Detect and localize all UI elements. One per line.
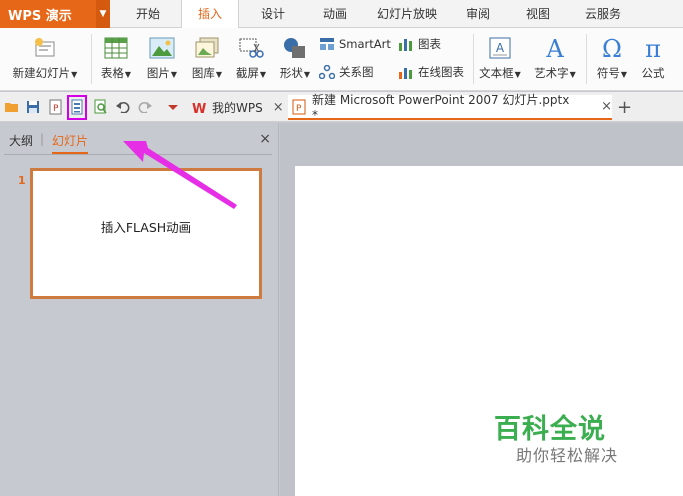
doc-tab-label: 新建 Microsoft PowerPoint 2007 幻灯片.pptx * xyxy=(312,93,570,122)
screenshot-button[interactable]: 截屏▼ xyxy=(231,28,271,91)
svg-text:A: A xyxy=(496,41,505,55)
redo-icon[interactable] xyxy=(136,98,154,116)
symbol-label: 符号 xyxy=(596,66,620,80)
svg-text:P: P xyxy=(296,104,302,114)
scissors-icon xyxy=(238,35,264,61)
shape-label: 形状 xyxy=(279,66,303,80)
svg-text:A: A xyxy=(545,35,564,61)
divider xyxy=(4,154,272,155)
app-menu-button[interactable]: WPS 演示 ▼ xyxy=(0,0,110,28)
online-chart-icon xyxy=(398,65,414,79)
slide-thumbnail[interactable]: 插入FLASH动画 xyxy=(30,168,262,299)
picture-button[interactable]: 图片▼ xyxy=(142,28,182,91)
tab-slides[interactable]: 幻灯片 xyxy=(52,132,89,154)
svg-text:P: P xyxy=(53,104,59,114)
svg-text:π: π xyxy=(645,35,661,61)
formula-button[interactable]: π 公式 xyxy=(636,28,670,91)
svg-text:W: W xyxy=(192,102,206,115)
close-icon[interactable]: × xyxy=(601,99,612,114)
online-chart-button[interactable]: 在线图表 xyxy=(398,62,464,82)
print-preview-icon[interactable] xyxy=(92,98,110,116)
quick-access-toolbar: P W 我的WPS × P 新建 Microsoft PowerPoint 20… xyxy=(0,92,683,122)
new-slide-label: 新建幻灯片 xyxy=(12,66,71,80)
slide-editing-area: 百科全说 助你轻松解决 xyxy=(280,123,683,496)
chevron-down-icon[interactable]: ▼ xyxy=(96,0,110,28)
online-chart-label: 在线图表 xyxy=(418,65,464,79)
watermark-subtitle: 助你轻松解决 xyxy=(516,446,619,465)
customize-toolbar-icon[interactable] xyxy=(164,98,182,116)
tab-design[interactable]: 设计 xyxy=(248,0,298,28)
smartart-label: SmartArt xyxy=(339,37,391,51)
gallery-label: 图库 xyxy=(191,66,215,80)
screenshot-label: 截屏 xyxy=(235,66,259,80)
formula-label: 公式 xyxy=(641,66,665,80)
table-label: 表格 xyxy=(100,66,124,80)
wordart-button[interactable]: A 艺术字▼ xyxy=(532,28,578,91)
doc-tab-label: 我的WPS xyxy=(212,101,263,115)
textbox-icon: A xyxy=(488,35,512,61)
slide-number: 1 xyxy=(18,174,26,187)
shape-button[interactable]: 形状▼ xyxy=(275,28,315,91)
tab-view[interactable]: 视图 xyxy=(515,0,561,28)
wordart-label: 艺术字 xyxy=(534,66,569,80)
bar-chart-icon xyxy=(398,37,414,51)
textbox-label: 文本框 xyxy=(479,66,514,80)
doc-tab-presentation[interactable]: P 新建 Microsoft PowerPoint 2007 幻灯片.pptx … xyxy=(288,93,612,122)
tab-divider: | xyxy=(40,132,45,146)
smartart-button[interactable]: SmartArt xyxy=(319,34,391,54)
doc-tab-my-wps[interactable]: W 我的WPS × xyxy=(188,95,286,120)
omega-icon: Ω xyxy=(599,35,625,61)
relation-icon xyxy=(319,65,335,79)
smartart-icon xyxy=(319,37,335,51)
slides-panel: 大纲 | 幻灯片 × 1 插入FLASH动画 xyxy=(0,123,279,496)
close-icon[interactable]: × xyxy=(259,131,271,147)
undo-icon[interactable] xyxy=(114,98,132,116)
relation-label: 关系图 xyxy=(339,65,374,79)
app-title: WPS 演示 xyxy=(8,8,72,24)
new-slide-button[interactable]: 新建幻灯片▼ xyxy=(6,28,84,91)
table-icon xyxy=(104,35,128,61)
save-icon[interactable] xyxy=(24,98,42,116)
slide-canvas[interactable] xyxy=(295,166,683,496)
tab-slideshow[interactable]: 幻灯片放映 xyxy=(372,0,442,28)
pi-icon: π xyxy=(640,35,666,61)
ribbon-insert: 新建幻灯片▼ 表格▼ 图片▼ 图库▼ 截屏▼ 形状▼ SmartArt 图表 关… xyxy=(0,28,683,91)
panel-header: 大纲 | 幻灯片 × xyxy=(0,123,279,155)
wordart-icon: A xyxy=(542,35,568,61)
table-button[interactable]: 表格▼ xyxy=(96,28,136,91)
chart-label: 图表 xyxy=(418,37,441,51)
highlight-box xyxy=(67,95,87,120)
tab-review[interactable]: 审阅 xyxy=(455,0,501,28)
svg-text:Ω: Ω xyxy=(602,35,622,61)
tab-cloud[interactable]: 云服务 xyxy=(578,0,628,28)
new-slide-icon xyxy=(32,35,58,61)
new-tab-button[interactable]: + xyxy=(617,95,637,120)
gallery-button[interactable]: 图库▼ xyxy=(187,28,227,91)
tab-insert[interactable]: 插入 xyxy=(181,0,239,29)
picture-label: 图片 xyxy=(146,66,170,80)
relation-button[interactable]: 关系图 xyxy=(319,62,374,82)
watermark-title: 百科全说 xyxy=(494,414,606,445)
textbox-button[interactable]: A 文本框▼ xyxy=(477,28,523,91)
slide-thumb-text: 插入FLASH动画 xyxy=(100,220,192,235)
tab-start[interactable]: 开始 xyxy=(123,0,173,28)
wps-logo-icon: W xyxy=(192,101,208,115)
symbol-button[interactable]: Ω 符号▼ xyxy=(592,28,632,91)
picture-icon xyxy=(149,35,175,61)
shapes-icon xyxy=(282,35,308,61)
tab-outline[interactable]: 大纲 xyxy=(9,132,33,149)
menu-bar: WPS 演示 ▼ 开始 插入 设计 动画 幻灯片放映 审阅 视图 云服务 xyxy=(0,0,683,29)
open-folder-icon[interactable] xyxy=(3,98,21,116)
gallery-icon xyxy=(194,35,220,61)
chart-button[interactable]: 图表 xyxy=(398,34,441,54)
tab-animation[interactable]: 动画 xyxy=(310,0,360,28)
close-icon[interactable]: × xyxy=(273,100,284,115)
export-pdf-icon[interactable]: P xyxy=(46,98,64,116)
pptx-file-icon: P xyxy=(292,99,306,115)
